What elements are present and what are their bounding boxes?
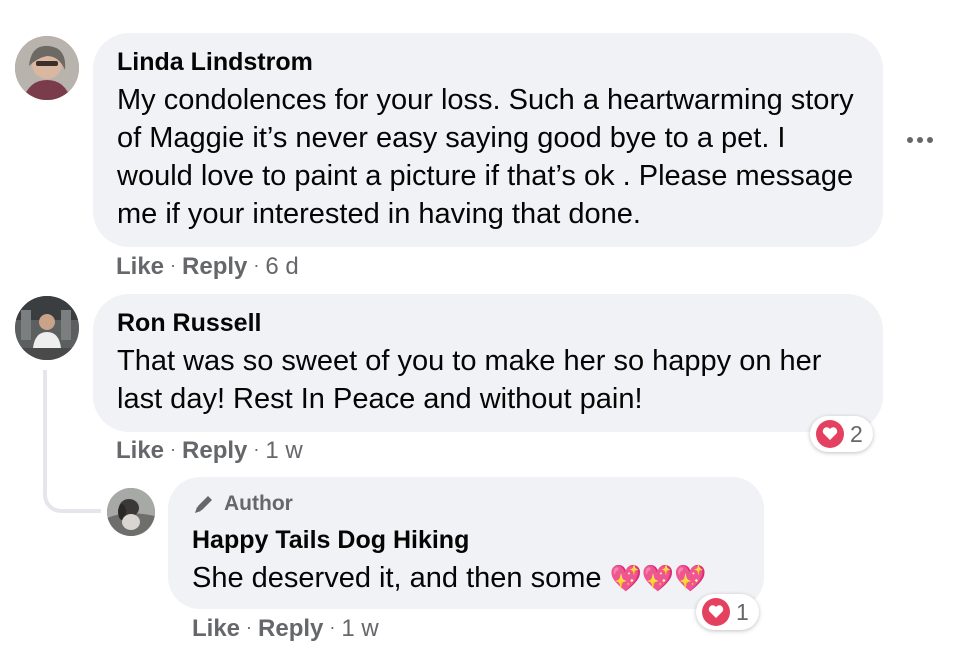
- reply-author[interactable]: Happy Tails Dog Hiking: [192, 525, 742, 555]
- comment-author[interactable]: Ron Russell: [117, 308, 857, 338]
- like-button[interactable]: Like: [192, 615, 240, 642]
- comment-bubble-ron: Ron Russell That was so sweet of you to …: [93, 294, 883, 432]
- comment-actions-linda: Like · Reply · 6 d: [116, 253, 299, 280]
- comment-actions-ron: Like · Reply · 1 w: [116, 437, 303, 464]
- avatar-happy-tails[interactable]: [107, 488, 155, 536]
- like-button[interactable]: Like: [116, 437, 164, 464]
- love-reaction-icon: [702, 598, 730, 626]
- author-badge: Author: [192, 491, 742, 517]
- comment-text: My condolences for your loss. Such a hea…: [117, 84, 854, 230]
- reaction-count-badge[interactable]: 2: [810, 416, 873, 452]
- reply-bubble: Author Happy Tails Dog Hiking She deserv…: [168, 477, 764, 609]
- comments-section: Linda Lindstrom My condolences for your …: [0, 0, 980, 654]
- reply-button[interactable]: Reply: [182, 437, 247, 464]
- reply-reaction-count-badge[interactable]: 1: [696, 594, 759, 630]
- comment-bubble-linda: Linda Lindstrom My condolences for your …: [93, 33, 883, 247]
- comment-timestamp[interactable]: 1 w: [265, 437, 302, 464]
- reply-text-row: She deserved it, and then some 💖💖💖: [192, 559, 742, 597]
- reply-button[interactable]: Reply: [182, 253, 247, 280]
- love-reaction-icon: [816, 420, 844, 448]
- pencil-icon: [195, 496, 212, 513]
- reply-actions: Like · Reply · 1 w: [192, 615, 379, 642]
- comment-text: That was so sweet of you to make her so …: [117, 345, 822, 415]
- comment-author[interactable]: Linda Lindstrom: [117, 47, 857, 77]
- reply-text: She deserved it, and then some: [192, 562, 602, 594]
- reaction-count: 2: [850, 420, 863, 447]
- reaction-count: 1: [736, 598, 749, 625]
- reply-timestamp[interactable]: 1 w: [341, 615, 378, 642]
- more-options-icon[interactable]: [905, 126, 939, 154]
- sparkling-heart-emoji: 💖💖💖: [609, 563, 707, 593]
- like-button[interactable]: Like: [116, 253, 164, 280]
- comment-timestamp[interactable]: 6 d: [265, 253, 298, 280]
- avatar-linda[interactable]: [15, 36, 79, 100]
- avatar-ron[interactable]: [15, 296, 79, 360]
- reply-button[interactable]: Reply: [258, 615, 323, 642]
- author-badge-label: Author: [224, 492, 293, 515]
